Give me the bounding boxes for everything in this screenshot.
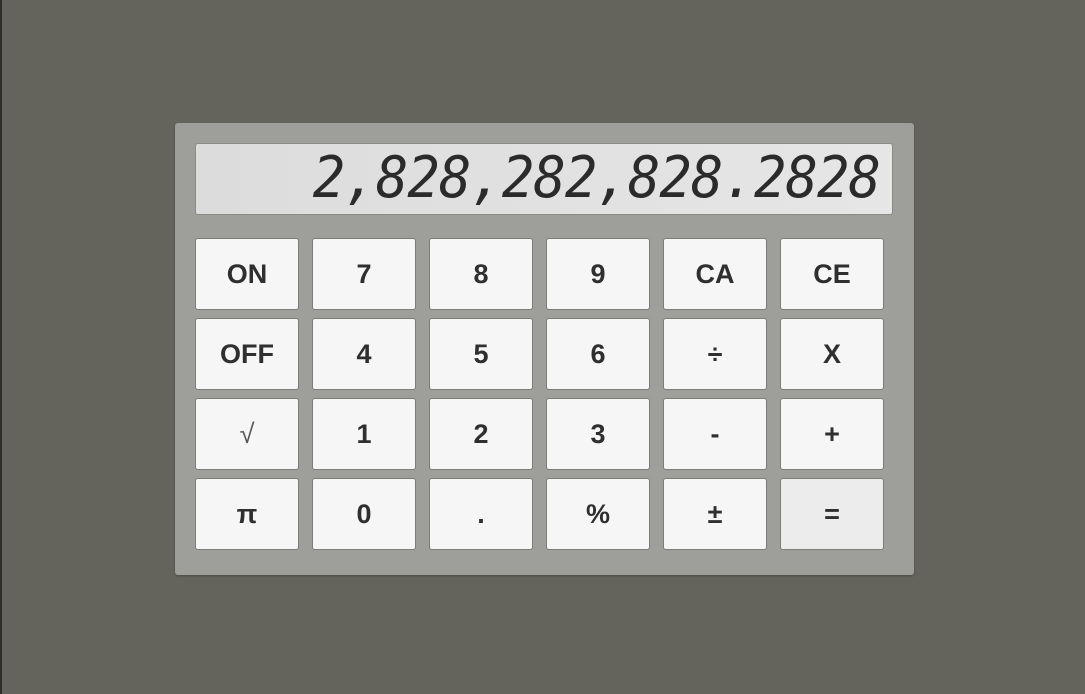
calculator-display: 2,828,282,828.2828: [195, 143, 893, 215]
digit-6-button[interactable]: 6: [546, 318, 650, 390]
off-button[interactable]: OFF: [195, 318, 299, 390]
digit-9-button[interactable]: 9: [546, 238, 650, 310]
decimal-point-button[interactable]: .: [429, 478, 533, 550]
divide-button[interactable]: ÷: [663, 318, 767, 390]
digit-4-button[interactable]: 4: [312, 318, 416, 390]
display-value: 2,828,282,828.2828: [312, 144, 881, 211]
digit-3-button[interactable]: 3: [546, 398, 650, 470]
digit-5-button[interactable]: 5: [429, 318, 533, 390]
digit-2-button[interactable]: 2: [429, 398, 533, 470]
clear-entry-button[interactable]: CE: [780, 238, 884, 310]
multiply-button[interactable]: X: [780, 318, 884, 390]
window-edge: [0, 0, 2, 694]
digit-7-button[interactable]: 7: [312, 238, 416, 310]
percent-button[interactable]: %: [546, 478, 650, 550]
add-button[interactable]: +: [780, 398, 884, 470]
calculator-body: 2,828,282,828.2828 ON 7 8 9 CA CE OFF 4 …: [175, 123, 914, 575]
pi-button[interactable]: π: [195, 478, 299, 550]
on-button[interactable]: ON: [195, 238, 299, 310]
clear-all-button[interactable]: CA: [663, 238, 767, 310]
square-root-button[interactable]: √: [195, 398, 299, 470]
digit-1-button[interactable]: 1: [312, 398, 416, 470]
plus-minus-button[interactable]: ±: [663, 478, 767, 550]
equals-button[interactable]: =: [780, 478, 884, 550]
digit-0-button[interactable]: 0: [312, 478, 416, 550]
subtract-button[interactable]: -: [663, 398, 767, 470]
keypad: ON 7 8 9 CA CE OFF 4 5 6 ÷ X √ 1 2 3 - +…: [195, 238, 893, 550]
digit-8-button[interactable]: 8: [429, 238, 533, 310]
